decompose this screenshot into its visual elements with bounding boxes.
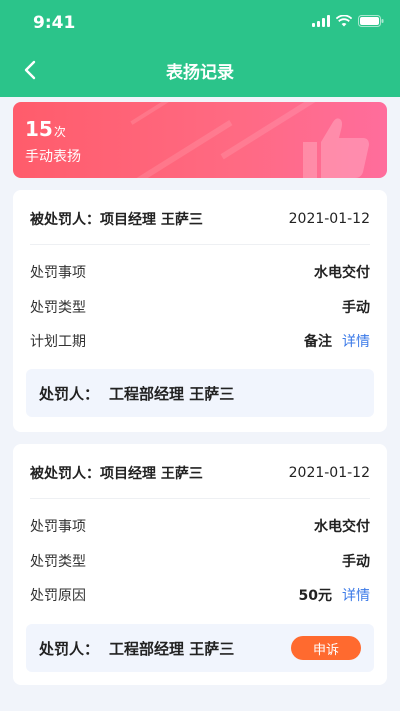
page-title: 表扬记录 [166,63,234,83]
status-time: 9:41 [33,13,76,33]
punisher-label: 处罚人： [39,384,100,403]
battery-icon [358,15,384,27]
banner-decoration [130,102,226,125]
row-label: 处罚事项 [30,519,86,535]
praise-count-number: 15 [25,117,53,141]
row-right: 50元 详情 [299,585,370,605]
punisher: 处罚人： 工程部经理 王萨三 [39,383,234,404]
punished-person-label: 被处罚人： [30,466,100,482]
punisher-box: 处罚人： 工程部经理 王萨三 申诉 [26,624,374,672]
punished-person-label: 被处罚人： [30,212,100,228]
card-header: 被处罚人：项目经理 王萨三 2021-01-12 [30,208,370,230]
detail-row: 处罚类型 手动 [30,550,370,572]
row-label: 处罚事项 [30,265,86,281]
record-card: 被处罚人：项目经理 王萨三 2021-01-12 处罚事项 水电交付 处罚类型 … [13,190,387,432]
praise-count: 15 次 [25,117,66,141]
status-bar: 9:41 [0,0,400,44]
punished-person-name: 项目经理 王萨三 [100,466,203,482]
details-link[interactable]: 详情 [342,585,370,605]
row-label: 处罚原因 [30,588,86,604]
praise-summary-banner: 15 次 手动表扬 [13,102,387,178]
punished-person: 被处罚人：项目经理 王萨三 [30,209,203,229]
detail-row: 处罚类型 手动 [30,296,370,318]
card-header: 被处罚人：项目经理 王萨三 2021-01-12 [30,462,370,484]
status-icons [312,15,384,27]
row-value: 水电交付 [314,519,370,535]
record-card: 被处罚人：项目经理 王萨三 2021-01-12 处罚事项 水电交付 处罚类型 … [13,444,387,685]
thumbs-up-icon [303,118,369,178]
punisher-label: 处罚人： [39,639,100,658]
praise-type-label: 手动表扬 [25,149,81,165]
row-value: 备注 [304,334,332,350]
punisher: 处罚人： 工程部经理 王萨三 [39,638,234,659]
row-right: 备注 详情 [304,331,370,351]
punisher-name: 工程部经理 王萨三 [109,639,235,658]
record-date: 2021-01-12 [288,465,370,481]
header: 9:41 表扬记录 [0,0,400,97]
nav-bar: 表扬记录 [0,44,400,97]
divider [30,244,370,245]
detail-row: 计划工期 备注 详情 [30,330,370,352]
detail-row: 处罚事项 水电交付 [30,515,370,537]
praise-count-unit: 次 [53,125,66,139]
row-value: 50元 [298,588,332,604]
appeal-button[interactable]: 申诉 [291,636,361,660]
detail-row: 处罚原因 50元 详情 [30,584,370,606]
punisher-name: 工程部经理 王萨三 [109,384,235,403]
row-label: 处罚类型 [30,300,86,316]
banner-decoration [93,120,233,178]
punished-person-name: 项目经理 王萨三 [100,212,203,228]
row-value: 手动 [342,554,370,570]
details-link[interactable]: 详情 [342,331,370,351]
row-label: 处罚类型 [30,554,86,570]
row-value: 手动 [342,300,370,316]
signal-icon [312,15,330,27]
row-label: 计划工期 [30,334,86,350]
wifi-icon [336,15,352,27]
record-date: 2021-01-12 [288,211,370,227]
punished-person: 被处罚人：项目经理 王萨三 [30,463,203,483]
divider [30,498,370,499]
row-value: 水电交付 [314,265,370,281]
punisher-box: 处罚人： 工程部经理 王萨三 [26,369,374,417]
detail-row: 处罚事项 水电交付 [30,261,370,283]
